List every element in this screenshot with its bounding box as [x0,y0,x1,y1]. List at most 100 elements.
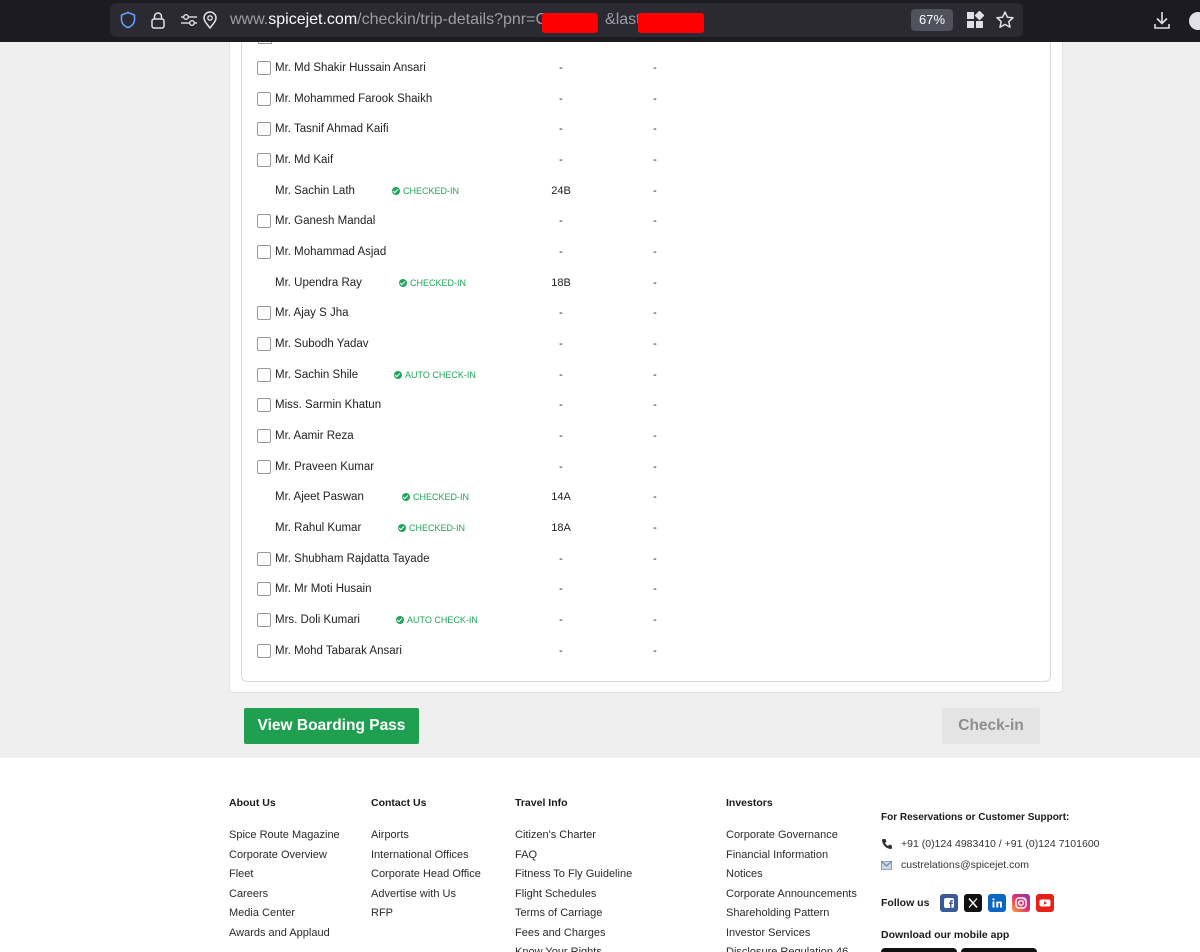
cut-off-row-fragment [258,42,272,44]
footer-link[interactable]: Careers [229,885,340,905]
support-email[interactable]: custrelations@spicejet.com [901,859,1029,871]
footer-link[interactable]: Fitness To Fly Guideline [515,865,632,885]
passenger-select-checkbox[interactable] [257,306,271,321]
google-play-badge[interactable] [881,948,957,952]
checkin-status-badge: CHECKED-IN [398,522,465,534]
address-bar[interactable]: www.spicejet.com/checkin/trip-details?pn… [110,3,1023,37]
footer-link[interactable]: Corporate Head Office [371,865,481,885]
account-avatar-icon[interactable] [1189,12,1200,30]
passenger-select-checkbox[interactable] [257,61,271,75]
passenger-select-checkbox[interactable] [257,214,271,229]
linkedin-icon[interactable] [988,894,1006,912]
footer-link[interactable]: Advertise with Us [371,885,481,905]
passenger-row[interactable]: Mr. Sachin Shile AUTO CHECK-IN - - [241,367,1051,399]
passenger-row[interactable]: Mr. Subodh Yadav - - [241,336,1051,368]
extensions-icon[interactable] [966,11,984,29]
footer-link[interactable]: Media Center [229,904,340,924]
passenger-select-checkbox[interactable] [257,582,271,597]
passenger-row[interactable]: Mr. Shubham Rajdatta Tayade - - [241,551,1051,583]
passenger-select-checkbox[interactable] [257,551,271,566]
passenger-addon: - [653,62,657,74]
passenger-seat: - [559,644,563,657]
passenger-select-checkbox[interactable] [257,398,271,413]
instagram-icon[interactable] [1012,894,1030,912]
lock-icon[interactable] [150,11,166,29]
passenger-select-checkbox[interactable] [257,367,271,382]
footer-link[interactable]: Financial Information [726,846,857,866]
permissions-icon[interactable] [180,13,198,27]
passenger-row[interactable]: Mr. Aamir Reza - - [241,428,1051,460]
checkin-status-badge: CHECKED-IN [392,185,459,197]
passenger-row[interactable]: Mr. Md Kaif - - [241,152,1051,184]
footer-link[interactable]: Terms of Carriage [515,904,632,924]
passenger-row[interactable]: Mr. Ganesh Mandal - - [241,214,1051,245]
footer-link[interactable]: Corporate Overview [229,846,340,866]
passenger-row[interactable]: Mr. Mohammad Asjad - - [241,244,1051,276]
facebook-icon[interactable] [940,894,958,912]
footer-link[interactable]: Citizen's Charter [515,826,632,846]
passenger-select-checkbox[interactable] [257,91,271,106]
check-in-button[interactable]: Check-in [942,708,1040,744]
check-circle-icon [399,278,407,287]
footer-link[interactable]: Fees and Charges [515,924,632,944]
passenger-name: Miss. Sarmin Khatun [275,399,382,412]
redaction-pnr [542,13,598,33]
passenger-row[interactable]: Mr. Mohammed Farook Shaikh - - [241,91,1051,123]
passenger-select-checkbox[interactable] [257,336,271,351]
footer-link[interactable]: Notices [726,865,857,885]
passenger-addon: - [653,521,657,534]
email-icon [881,861,892,870]
passenger-select-checkbox[interactable] [257,612,271,627]
passenger-row[interactable]: Mr. Ajay S Jha - - [241,306,1051,337]
passenger-row[interactable]: Mrs. Doli Kumari AUTO CHECK-IN - - [241,612,1051,644]
location-icon[interactable] [202,11,218,29]
passenger-row[interactable]: Mr. Md Shakir Hussain Ansari - - [241,61,1051,92]
passenger-select-checkbox[interactable] [257,428,271,443]
footer-link[interactable]: Disclosure Regulation 46 [726,943,857,952]
app-store-badge[interactable] [961,948,1037,952]
footer-link[interactable]: RFP [371,904,481,924]
passenger-name: Mr. Mr Moti Husain [275,583,372,596]
footer-link[interactable]: Flight Schedules [515,885,632,905]
footer-link[interactable]: Investor Services [726,924,857,944]
footer-link[interactable]: Airports [371,826,481,846]
footer-link[interactable]: Fleet [229,865,340,885]
view-boarding-pass-button[interactable]: View Boarding Pass [244,708,419,744]
x-icon[interactable] [964,894,982,912]
passenger-row[interactable]: Mr. Mohd Tabarak Ansari - - [241,643,1051,675]
follow-us-label: Follow us [881,897,930,909]
support-phone[interactable]: +91 (0)124 4983410 / +91 (0)124 7101600 [901,838,1100,850]
passenger-select-checkbox[interactable] [257,244,271,259]
footer-link[interactable]: FAQ [515,846,632,866]
passenger-row[interactable]: Miss. Sarmin Khatun - - [241,398,1051,429]
footer-link[interactable]: Spice Route Magazine [229,826,340,846]
zoom-level[interactable]: 67% [911,9,953,31]
download-icon[interactable] [1153,10,1171,30]
checkin-status-badge: CHECKED-IN [402,491,469,503]
passenger-row[interactable]: Mr. Mr Moti Husain - - [241,582,1051,613]
footer-link[interactable]: Corporate Announcements [726,885,857,905]
passenger-name: Mr. Praveen Kumar [275,460,375,473]
footer-link[interactable]: Know Your Rights [515,943,632,952]
passenger-seat: - [559,583,563,596]
passenger-addon: - [653,276,657,289]
passenger-select-checkbox[interactable] [257,643,271,658]
passenger-name: Mr. Md Shakir Hussain Ansari [275,62,426,74]
footer-link[interactable]: Shareholding Pattern [726,904,857,924]
passenger-select-checkbox[interactable] [257,122,271,137]
passenger-row[interactable]: Mr. Tasnif Ahmad Kaifi - - [241,122,1051,153]
shield-icon[interactable] [119,11,137,29]
bookmark-star-icon[interactable] [995,10,1015,30]
passenger-select-checkbox[interactable] [257,152,271,167]
support-heading: For Reservations or Customer Support: [881,812,1070,823]
footer-link[interactable]: Awards and Applaud [229,924,340,944]
passenger-row[interactable]: Mr. Praveen Kumar - - [241,459,1051,491]
passenger-seat: - [559,429,563,442]
footer-link[interactable]: Corporate Governance [726,826,857,846]
passenger-name: Mr. Sachin Shile [275,368,359,381]
phone-icon [882,839,892,849]
browser-toolbar: www.spicejet.com/checkin/trip-details?pn… [0,0,1200,42]
footer-link[interactable]: International Offices [371,846,481,866]
youtube-icon[interactable] [1036,894,1054,912]
passenger-select-checkbox[interactable] [257,459,271,474]
